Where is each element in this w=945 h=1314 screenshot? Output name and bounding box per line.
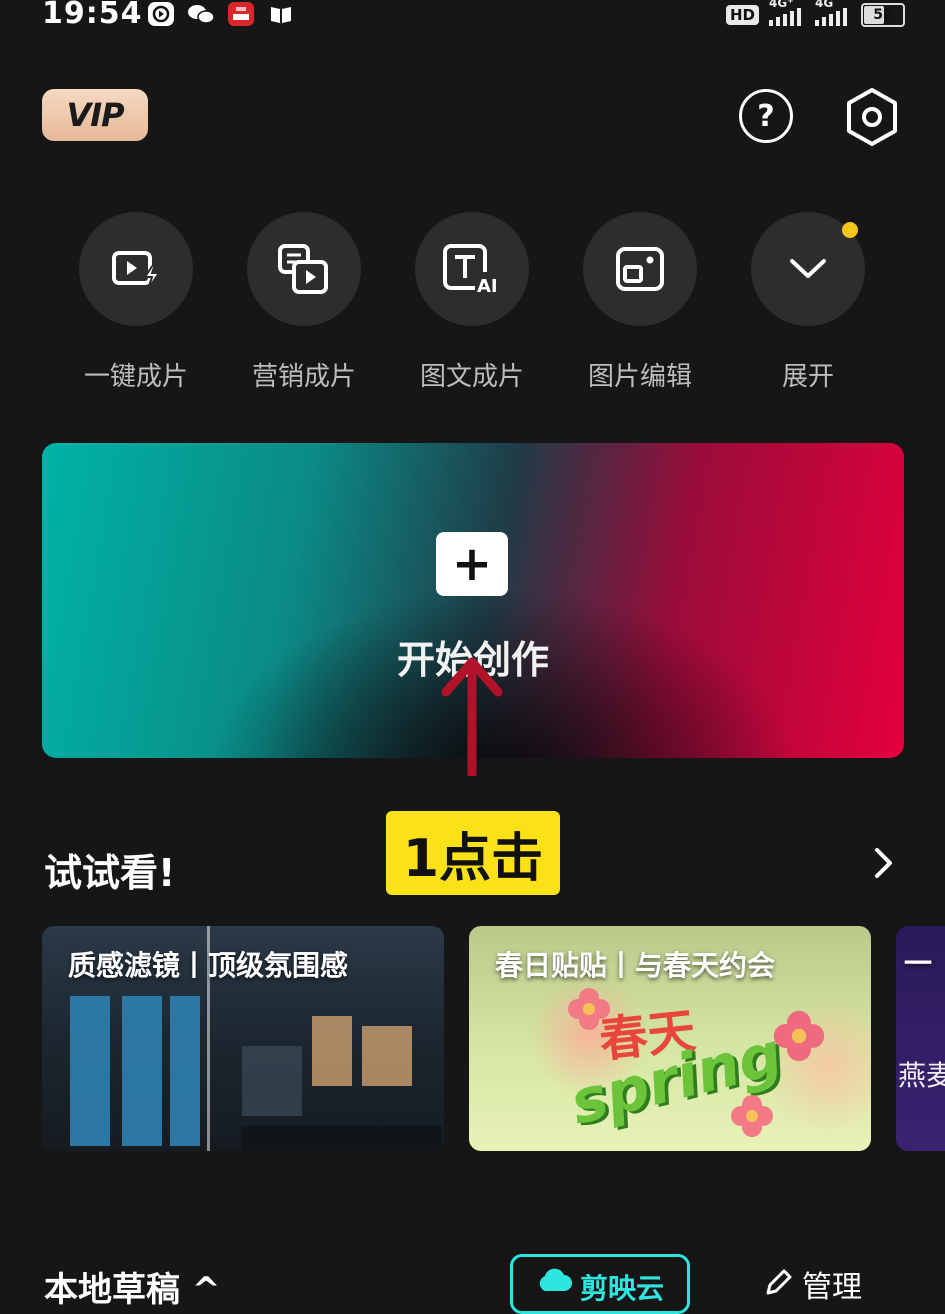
flower-icon bbox=[731, 1095, 773, 1137]
svg-text:AI: AI bbox=[477, 276, 498, 296]
local-drafts-title[interactable]: 本地草稿 ^ bbox=[44, 1262, 220, 1311]
question-circle-icon: ? bbox=[757, 98, 775, 134]
settings-button[interactable] bbox=[843, 86, 901, 148]
tool-one-click-video[interactable]: 一键成片 bbox=[78, 212, 194, 393]
flower-icon bbox=[773, 1010, 825, 1062]
card-title: 质感滤镜丨顶级氛围感 bbox=[68, 949, 349, 982]
text-ai-icon: AI bbox=[443, 244, 501, 296]
image-edit-icon bbox=[616, 247, 664, 291]
media-app-icon bbox=[148, 2, 174, 26]
wechat-icon bbox=[186, 2, 215, 26]
template-card-filter[interactable]: 质感滤镜丨顶级氛围感 bbox=[42, 926, 444, 1151]
annotation-arrow bbox=[441, 657, 503, 776]
chevron-right-icon bbox=[875, 848, 892, 878]
status-right-group: HD 4G⁺ 4G 52 bbox=[725, 0, 905, 30]
status-time: 19:54 bbox=[42, 0, 143, 31]
annotation-label: 1点击 bbox=[386, 811, 560, 895]
cloud-button[interactable]: 剪映云 bbox=[510, 1254, 690, 1314]
tool-expand[interactable]: 展开 bbox=[750, 212, 866, 393]
cloud-label: 剪映云 bbox=[579, 1272, 664, 1305]
book-app-icon bbox=[268, 2, 294, 26]
try-section-title: 试试看! bbox=[44, 851, 176, 895]
signal-icon-1: 4G⁺ bbox=[769, 0, 805, 26]
tool-label: 图片编辑 bbox=[587, 362, 692, 392]
hd-badge: HD bbox=[725, 5, 759, 25]
tool-marketing-video[interactable]: 营销成片 bbox=[246, 212, 362, 393]
manage-button[interactable]: 管理 bbox=[760, 1262, 862, 1306]
template-card-partial[interactable]: 一 燕麦 bbox=[896, 926, 945, 1151]
video-flash-icon bbox=[112, 251, 161, 290]
hexagon-gear-icon bbox=[847, 88, 897, 146]
help-button[interactable]: ? bbox=[739, 89, 793, 143]
marketing-video-icon bbox=[278, 244, 328, 294]
vip-badge[interactable]: VIP bbox=[42, 89, 148, 141]
manage-label: 管理 bbox=[802, 1270, 862, 1305]
tool-label: 一键成片 bbox=[83, 362, 188, 392]
plus-icon: + bbox=[436, 532, 508, 596]
tool-label: 营销成片 bbox=[251, 362, 356, 392]
card-title: 一 bbox=[904, 947, 933, 980]
flower-icon bbox=[568, 988, 610, 1030]
battery-icon: 52 bbox=[861, 3, 905, 27]
edit-icon bbox=[766, 1269, 792, 1295]
cloud-icon bbox=[539, 1268, 572, 1291]
card-title: 春日贴贴丨与春天约会 bbox=[495, 949, 776, 982]
chevron-down-icon bbox=[790, 259, 826, 278]
signal-icon-2: 4G bbox=[815, 0, 851, 26]
tool-text-to-video[interactable]: AI 图文成片 bbox=[414, 212, 530, 393]
card-subtitle: 燕麦 bbox=[898, 1059, 945, 1092]
news-app-icon bbox=[228, 2, 254, 26]
tool-label: 图文成片 bbox=[419, 362, 524, 392]
tool-image-edit[interactable]: 图片编辑 bbox=[582, 212, 698, 393]
template-card-spring[interactable]: 春日贴贴丨与春天约会 春天 spring bbox=[469, 926, 871, 1151]
notification-dot bbox=[842, 222, 858, 238]
tool-label: 展开 bbox=[781, 362, 834, 392]
try-more-button[interactable] bbox=[868, 845, 898, 881]
